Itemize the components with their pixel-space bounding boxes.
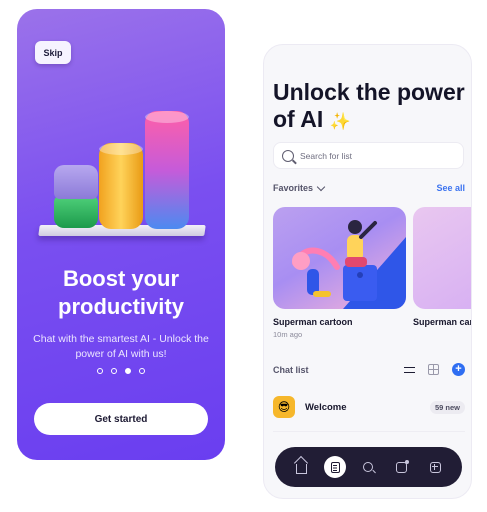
onboarding-title: Boost your productivity [58,266,184,319]
note-icon [396,459,410,473]
pagination-dot[interactable] [111,368,117,374]
list-view-icon[interactable] [404,366,415,373]
chat-list-item[interactable]: 😎 Welcome 59 new [273,394,465,420]
chat-avatar: 😎 [273,396,295,418]
nav-documents-button[interactable] [324,456,347,478]
favorite-card-title: Superman cartoon [413,317,472,327]
new-messages-badge: 59 new [429,400,465,414]
superman-cartoon-image [292,220,406,309]
favorite-card-image [413,207,471,309]
superman-illustration [273,207,406,309]
illustration-cylinder-green [54,196,98,228]
grid-view-icon[interactable] [428,364,439,375]
onboarding-screen: Skip Boost your productivity Chat with t… [17,9,225,460]
add-chat-icon[interactable]: + [452,363,465,376]
favorite-card[interactable]: Superman cartoon [413,207,472,327]
search-icon [363,462,374,472]
search-bar[interactable] [273,142,464,169]
page-title-text: Unlock the power of AI [273,79,465,132]
nav-add-button[interactable] [424,456,446,478]
chat-name: Welcome [305,401,347,413]
nav-notes-button[interactable] [391,456,413,478]
favorites-header: Favorites See all [273,182,465,193]
skip-button[interactable]: Skip [35,41,71,64]
favorites-label: Favorites [273,183,314,193]
add-square-icon [429,461,441,473]
illustration-cylinder-lavender [54,165,98,199]
chat-list-label: Chat list [273,364,309,375]
chat-list-header: Chat list + [273,363,465,376]
get-started-button[interactable]: Get started [34,403,208,435]
illustration-cylinder-yellow [99,143,143,229]
nav-search-button[interactable] [357,456,379,478]
favorite-card-title: Superman cartoon [273,317,353,327]
favorite-card[interactable]: Superman cartoon 10m ago [273,207,406,339]
illustration-cylinder-gradient [145,111,189,229]
pagination-dot[interactable] [97,368,103,374]
page-title: Unlock the power of AI ✨ [273,79,471,135]
favorites-dropdown[interactable]: Favorites [273,182,326,193]
see-all-link[interactable]: See all [436,183,465,193]
onboarding-subtitle: Chat with the smartest AI - Unlock the p… [33,333,209,360]
chevron-down-icon [316,182,326,191]
pagination-dots [17,368,225,374]
pagination-dot[interactable] [139,368,145,374]
home-screen: Unlock the power of AI ✨ Favorites See a… [263,44,472,499]
nav-home-button[interactable] [291,456,313,478]
bar-chart-illustration [35,101,213,241]
home-icon [296,463,308,474]
sparkles-icon: ✨ [329,112,351,131]
chat-list-actions: + [404,363,465,376]
pagination-dot-active[interactable] [125,368,131,374]
search-input[interactable] [300,150,450,161]
search-icon [282,149,294,162]
document-icon [330,461,340,473]
favorite-card-time: 10m ago [273,330,303,339]
bottom-navigation [275,447,462,487]
